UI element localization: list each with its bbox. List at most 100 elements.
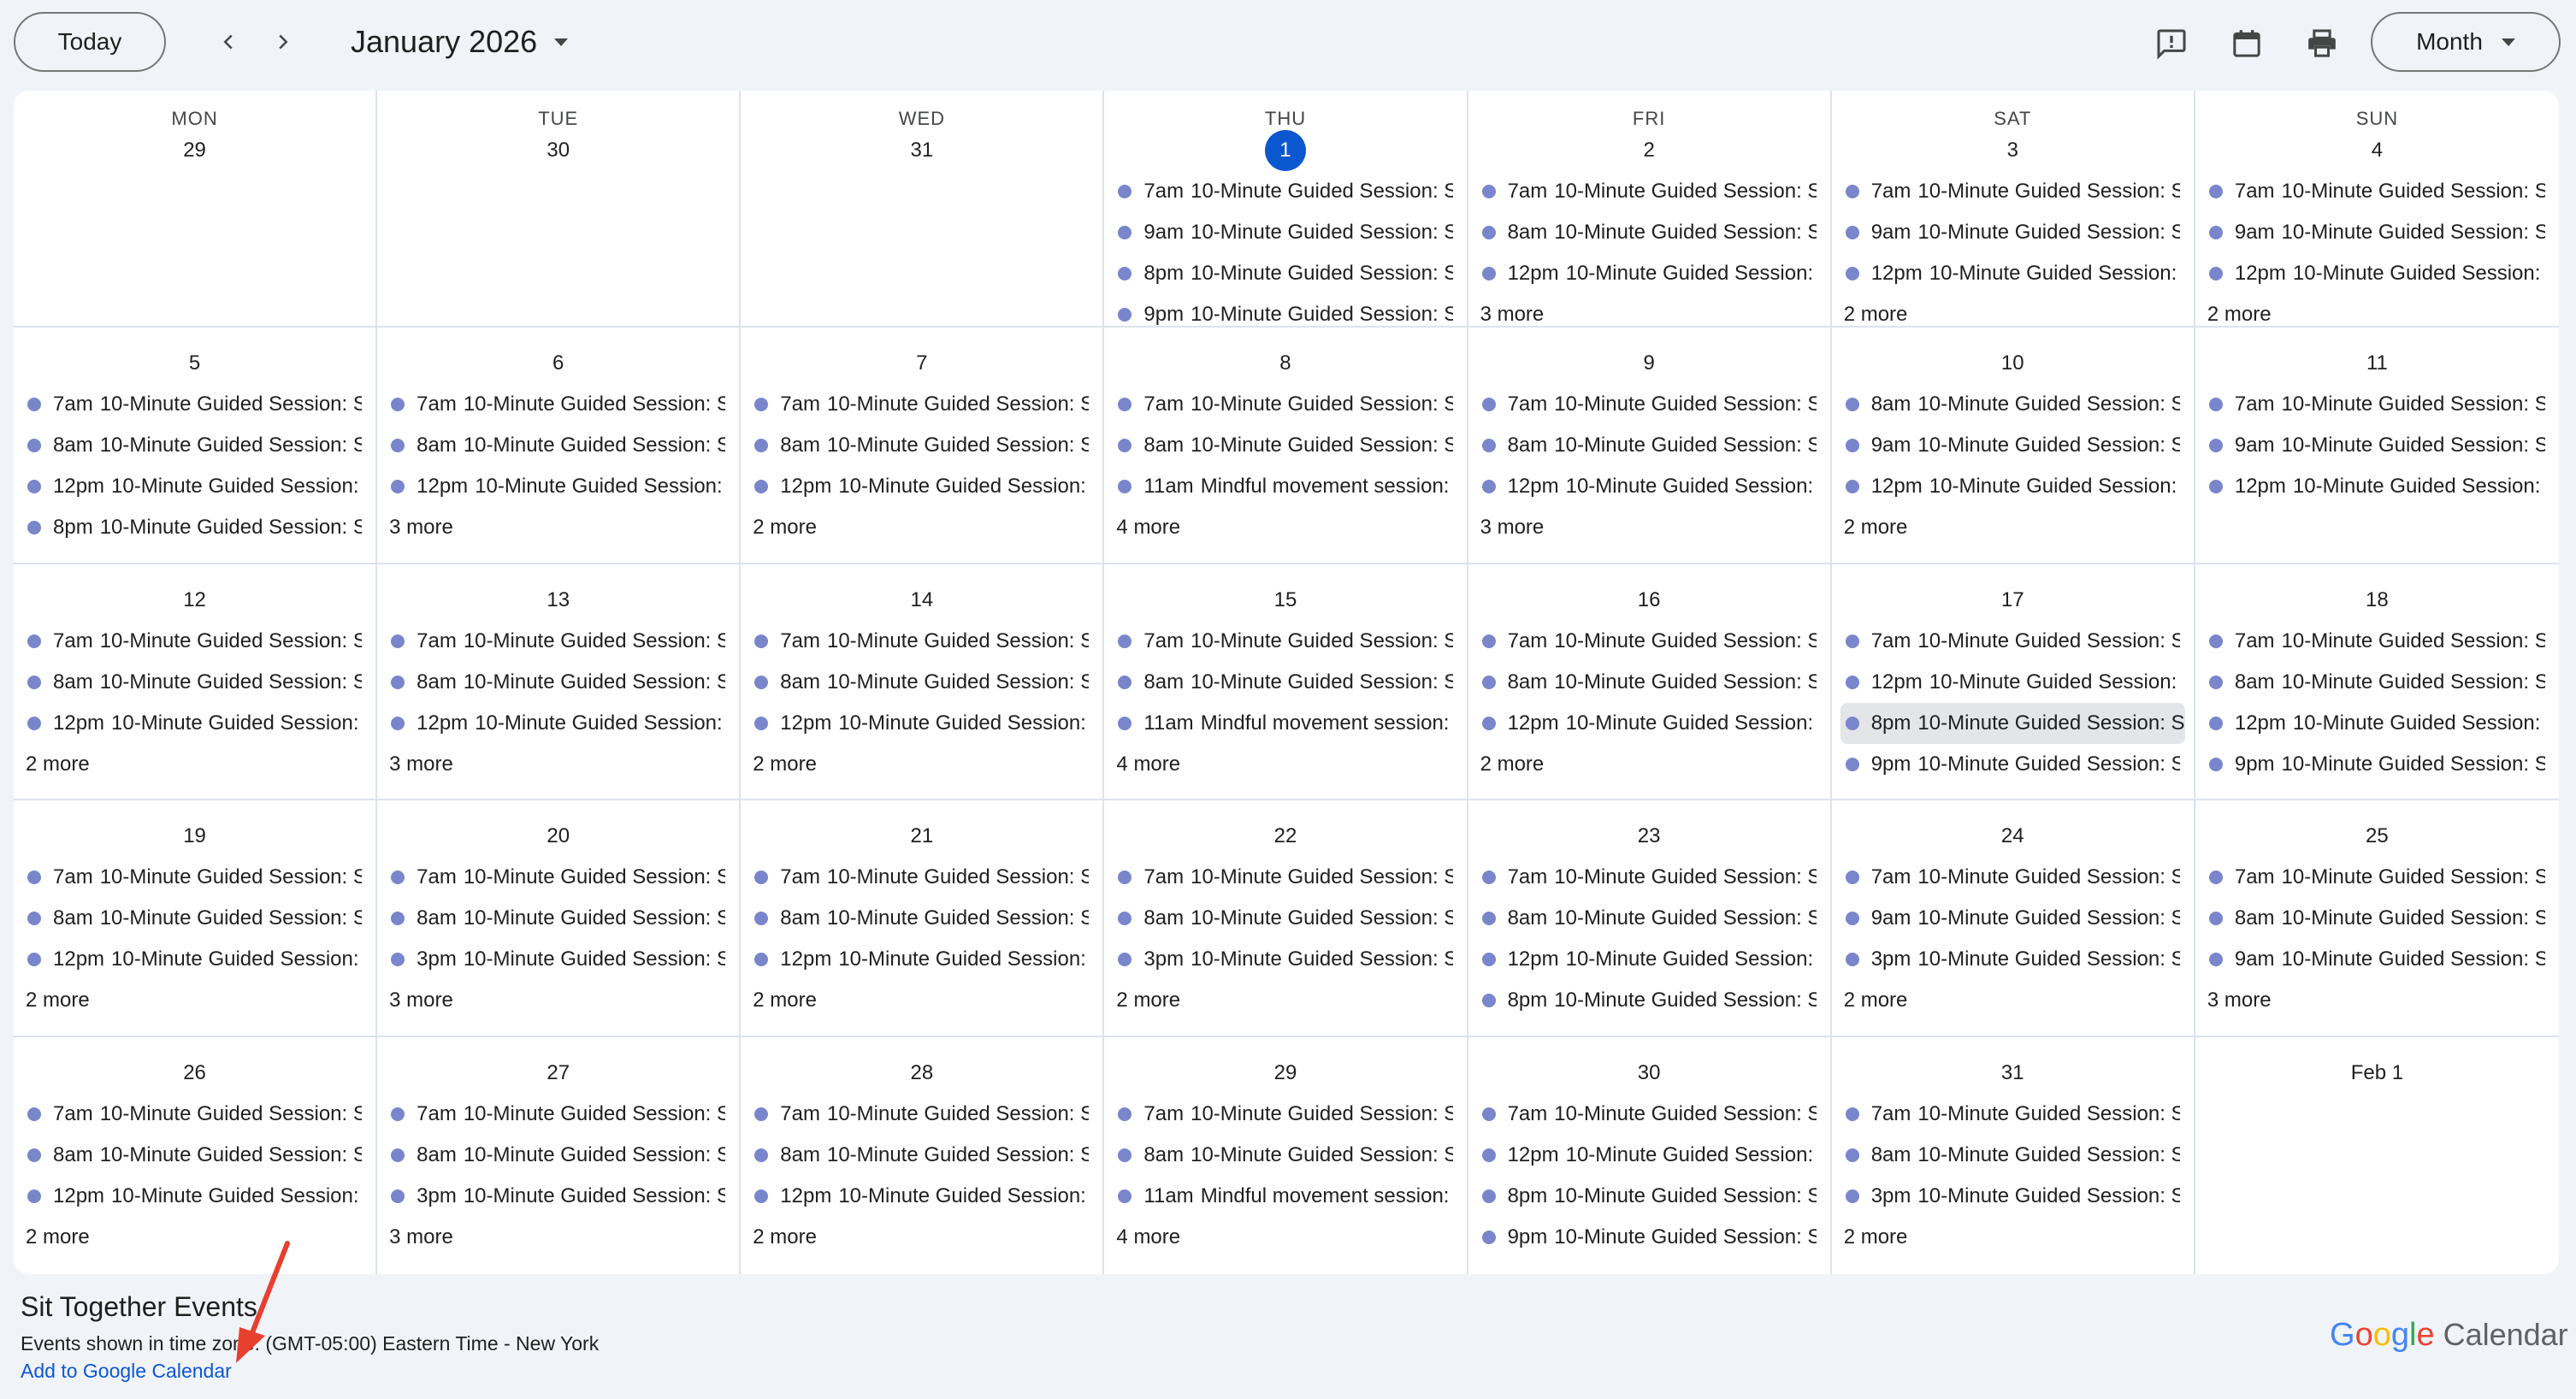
day-number[interactable]: 19 [174, 818, 216, 855]
day-number[interactable]: 4 [2356, 132, 2397, 169]
month-picker[interactable]: January 2026 [351, 19, 569, 65]
event-chip[interactable]: 8pm10-Minute Guided Session: Sit Togethe… [1116, 253, 1453, 294]
day-cell[interactable]: 117am10-Minute Guided Session: Sit Toget… [2195, 328, 2559, 564]
event-chip[interactable]: 11amMindful movement session: Sit Togeth… [1116, 1176, 1453, 1217]
event-chip[interactable]: 8am10-Minute Guided Session: Sit Togethe… [1844, 384, 2180, 425]
day-number[interactable]: 29 [1265, 1054, 1306, 1092]
event-chip[interactable]: 7am10-Minute Guided Session: Sit Togethe… [26, 857, 362, 898]
event-chip[interactable]: 7am10-Minute Guided Session: Sit Togethe… [1844, 1094, 2180, 1135]
event-chip[interactable]: 8am10-Minute Guided Session: Sit Togethe… [1116, 662, 1453, 703]
event-chip[interactable]: 7am10-Minute Guided Session: Sit Togethe… [2207, 857, 2545, 898]
event-chip[interactable]: 8am10-Minute Guided Session: Sit Togethe… [753, 898, 1089, 939]
event-chip[interactable]: 9pm10-Minute Guided Session: Sit Togethe… [1116, 294, 1453, 326]
day-cell[interactable]: 17 7am 10-Minute Guided Session: Sit Toget… [1831, 564, 2195, 801]
event-chip[interactable]: 7am10-Minute Guided Session: Sit Togethe… [389, 1094, 725, 1135]
day-cell[interactable]: 14 7am 10-Minute Guided Session: Sit Toget… [741, 564, 1105, 801]
day-number[interactable]: 13 [538, 581, 579, 619]
event-chip[interactable]: 12pm10-Minute Guided Session: Sit Togeth… [26, 466, 362, 507]
today-button[interactable]: Today [14, 12, 166, 72]
event-chip[interactable]: 8am10-Minute Guided Session: Sit Togethe… [2207, 898, 2545, 939]
event-chip[interactable]: 3pm10-Minute Guided Session: Sit Togethe… [389, 939, 725, 980]
day-cell[interactable]: 57am10-Minute Guided Session: Sit Togeth… [14, 327, 378, 564]
event-chip[interactable]: 8pm10-Minute Guided Session: Sit Togethe… [1480, 980, 1817, 1021]
more-events-link[interactable]: 3 more [2207, 980, 2545, 1021]
day-cell[interactable]: 257am10-Minute Guided Session: Sit Toget… [2195, 800, 2559, 1038]
day-number[interactable]: 14 [901, 581, 942, 619]
event-chip[interactable]: 8am10-Minute Guided Session: Sit Togethe… [753, 1135, 1089, 1176]
event-chip[interactable]: 12pm10-Minute Guided Session: Sit Togeth… [1844, 662, 2180, 703]
day-cell[interactable]: Feb 1 [2195, 1037, 2559, 1274]
day-cell[interactable]: 217am10-Minute Guided Session: Sit Toget… [741, 800, 1105, 1038]
more-events-link[interactable]: 2 more [1116, 980, 1452, 1021]
event-chip[interactable]: 7am10-Minute Guided Session: Sit Togethe… [389, 621, 725, 662]
more-events-link[interactable]: 2 more [26, 1217, 362, 1258]
day-cell[interactable]: WED 31 [741, 91, 1105, 328]
event-chip[interactable]: 3pm10-Minute Guided Session: Sit Togethe… [1116, 939, 1453, 980]
more-events-link[interactable]: 2 more [1844, 294, 2180, 326]
event-chip[interactable]: 8pm10-Minute Guided Session: Sit Togethe… [26, 507, 362, 548]
event-chip[interactable]: 12pm10-Minute Guided Session: Sit Togeth… [753, 939, 1089, 980]
day-cell[interactable]: FRI 2 7am 10-Minute Guided Session: Sit Tog… [1468, 91, 1832, 328]
event-chip[interactable]: 9am10-Minute Guided Session: Sit Togethe… [1844, 898, 2180, 939]
event-chip[interactable]: 8am10-Minute Guided Session: Sit Togethe… [753, 425, 1089, 466]
event-chip[interactable]: 12pm10-Minute Guided Session: Sit Togeth… [753, 466, 1089, 507]
day-number[interactable]: 8 [1265, 345, 1306, 382]
day-number[interactable]: 28 [901, 1054, 942, 1092]
day-number[interactable]: 21 [901, 818, 942, 855]
event-chip[interactable]: 8am10-Minute Guided Session: Sit Togethe… [26, 898, 362, 939]
more-events-link[interactable]: 2 more [26, 980, 362, 1021]
event-chip[interactable]: 7am10-Minute Guided Session: Sit Togethe… [1480, 171, 1817, 212]
day-number[interactable]: 20 [538, 818, 579, 855]
more-events-link[interactable]: 2 more [753, 980, 1089, 1021]
day-number[interactable]: 30 [1628, 1054, 1669, 1092]
day-cell[interactable]: 197am10-Minute Guided Session: Sit Toget… [14, 800, 378, 1038]
more-events-link[interactable]: 3 more [389, 744, 725, 785]
event-chip[interactable]: 9am10-Minute Guided Session: Sit Togethe… [1844, 212, 2180, 253]
event-chip[interactable]: 8am10-Minute Guided Session: Sit Togethe… [1480, 662, 1817, 703]
event-chip[interactable]: 8am10-Minute Guided Session: Sit Togethe… [1116, 898, 1453, 939]
more-events-link[interactable]: 2 more [2207, 294, 2545, 326]
day-cell[interactable]: 18 7am 10-Minute Guided Session: Sit Toget… [2195, 564, 2559, 801]
day-number[interactable]: 29 [174, 132, 216, 169]
event-chip[interactable]: 8am10-Minute Guided Session: Sit Togethe… [1480, 425, 1817, 466]
event-chip[interactable]: 9pm10-Minute Guided Session: Sit Togethe… [1844, 744, 2180, 785]
event-chip[interactable]: 8am10-Minute Guided Session: Sit Togethe… [1480, 212, 1817, 253]
day-number[interactable]: 31 [1992, 1054, 2033, 1092]
day-number[interactable]: 24 [1992, 818, 2033, 855]
day-cell[interactable]: MON 29 [14, 91, 378, 328]
event-chip[interactable]: 9pm10-Minute Guided Session: Sit Togethe… [2207, 744, 2545, 785]
day-cell[interactable]: 277am10-Minute Guided Session: Sit Toget… [377, 1037, 741, 1274]
google-calendar-logo[interactable]: G o o g l e Calendar [2330, 1317, 2568, 1354]
day-number[interactable]: 17 [1992, 581, 2033, 619]
day-number[interactable]: 5 [174, 345, 216, 382]
day-cell[interactable]: 317am10-Minute Guided Session: Sit Toget… [1832, 1037, 2195, 1274]
feedback-button[interactable] [2148, 21, 2195, 67]
event-chip[interactable]: 7am10-Minute Guided Session: Sit Togethe… [1844, 857, 2180, 898]
event-chip[interactable]: 8am10-Minute Guided Session: Sit Togethe… [1116, 1135, 1453, 1176]
next-month-button[interactable] [260, 19, 306, 65]
event-chip[interactable]: 9am10-Minute Guided Session: Sit Togethe… [1116, 212, 1453, 253]
event-chip[interactable]: 7am10-Minute Guided Session: Sit Togethe… [1480, 1094, 1817, 1135]
event-chip[interactable]: 7am10-Minute Guided Session: Sit Togethe… [26, 1094, 362, 1135]
more-events-link[interactable]: 2 more [26, 744, 362, 785]
day-number-today[interactable]: 1 [1264, 130, 1306, 171]
day-cell[interactable]: SUN 4 7am 10-Minute Guided Session: Sit Tog… [2195, 91, 2559, 328]
day-cell[interactable]: THU1 7am 10-Minute Guided Session: Sit Tog… [1104, 91, 1468, 328]
event-chip[interactable]: 9am10-Minute Guided Session: Sit Togethe… [1844, 425, 2180, 466]
day-number[interactable]: 22 [1265, 818, 1306, 855]
day-cell[interactable]: 247am10-Minute Guided Session: Sit Toget… [1831, 800, 2195, 1038]
event-chip[interactable]: 9pm10-Minute Guided Session: Sit Togethe… [1480, 1217, 1817, 1258]
event-chip[interactable]: 12pm10-Minute Guided Session: Sit Togeth… [26, 1176, 362, 1217]
more-events-link[interactable]: 4 more [1116, 1217, 1452, 1258]
event-chip[interactable]: 7am10-Minute Guided Session: Sit Togethe… [2207, 171, 2545, 212]
event-chip[interactable]: 7am10-Minute Guided Session: Sit Togethe… [753, 1094, 1089, 1135]
print-button[interactable] [2299, 21, 2345, 67]
view-selector-button[interactable]: Month [2371, 12, 2561, 72]
event-chip[interactable]: 12pm10-Minute Guided Session: Sit Togeth… [1480, 466, 1817, 507]
day-number[interactable]: 3 [1992, 132, 2033, 169]
day-number[interactable]: 16 [1628, 581, 1669, 619]
event-chip[interactable]: 12pm10-Minute Guided Session: Sit Togeth… [1480, 703, 1817, 744]
event-chip[interactable]: 7am10-Minute Guided Session: Sit Togethe… [2207, 384, 2545, 425]
day-cell[interactable]: 15 7am 10-Minute Guided Session: Sit Toget… [1104, 564, 1468, 801]
day-cell[interactable]: TUE 30 [377, 91, 741, 328]
